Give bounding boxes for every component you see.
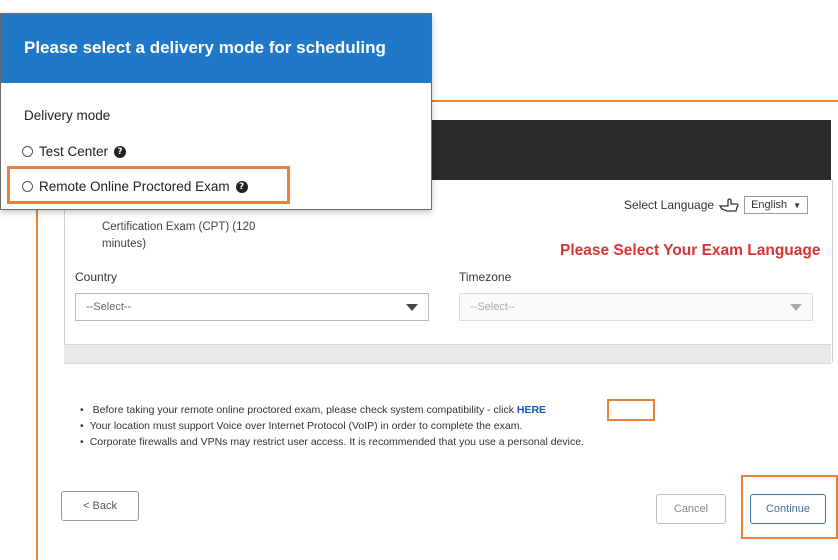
test-center-label: Test Center	[39, 144, 109, 159]
timezone-label: Timezone	[459, 270, 512, 284]
country-select-value: --Select--	[86, 301, 132, 313]
language-value: English	[751, 199, 788, 211]
test-center-radio[interactable]	[22, 146, 33, 157]
modal-title: Please select a delivery mode for schedu…	[24, 38, 386, 57]
highlight-guide-line-vertical	[36, 210, 38, 560]
here-link[interactable]: HERE	[517, 404, 546, 416]
form-panel-footer	[64, 344, 831, 364]
cancel-button[interactable]: Cancel	[656, 494, 726, 524]
list-item: Your location must support Voice over In…	[80, 418, 584, 434]
pointing-hand-icon	[718, 198, 739, 212]
language-dropdown[interactable]: English ▼	[744, 196, 809, 214]
modal-header: Please select a delivery mode for schedu…	[1, 14, 431, 83]
timezone-select[interactable]: --Select--	[459, 293, 813, 321]
chevron-down-icon	[790, 304, 802, 311]
select-language-label: Select Language	[624, 198, 715, 212]
highlight-guide-line-horizontal	[432, 100, 838, 102]
timezone-select-value: --Select--	[470, 301, 516, 313]
list-item: Before taking your remote online proctor…	[80, 402, 584, 418]
delivery-option-test-center[interactable]: Test Center ?	[22, 144, 127, 159]
country-select[interactable]: --Select--	[75, 293, 429, 321]
continue-button-highlight	[741, 475, 838, 539]
compatibility-note: Before taking your remote online proctor…	[92, 404, 517, 416]
chevron-down-icon: ▼	[793, 200, 802, 210]
delivery-mode-modal: Please select a delivery mode for schedu…	[0, 13, 432, 210]
delivery-mode-label: Delivery mode	[24, 108, 111, 123]
exam-name: Certification Exam (CPT) (120 minutes)	[102, 221, 256, 250]
language-selector: Select Language English ▼	[624, 196, 809, 214]
form-header-bar	[432, 120, 831, 180]
country-label: Country	[75, 270, 118, 284]
info-icon[interactable]: ?	[114, 145, 127, 158]
language-warning: Please Select Your Exam Language	[560, 242, 821, 259]
requirements-list: Before taking your remote online proctor…	[80, 402, 584, 450]
chevron-down-icon	[406, 304, 418, 311]
back-button[interactable]: < Back	[61, 491, 139, 521]
here-link-highlight	[607, 399, 655, 421]
remote-option-highlight	[7, 166, 290, 204]
list-item: Corporate firewalls and VPNs may restric…	[80, 434, 584, 450]
